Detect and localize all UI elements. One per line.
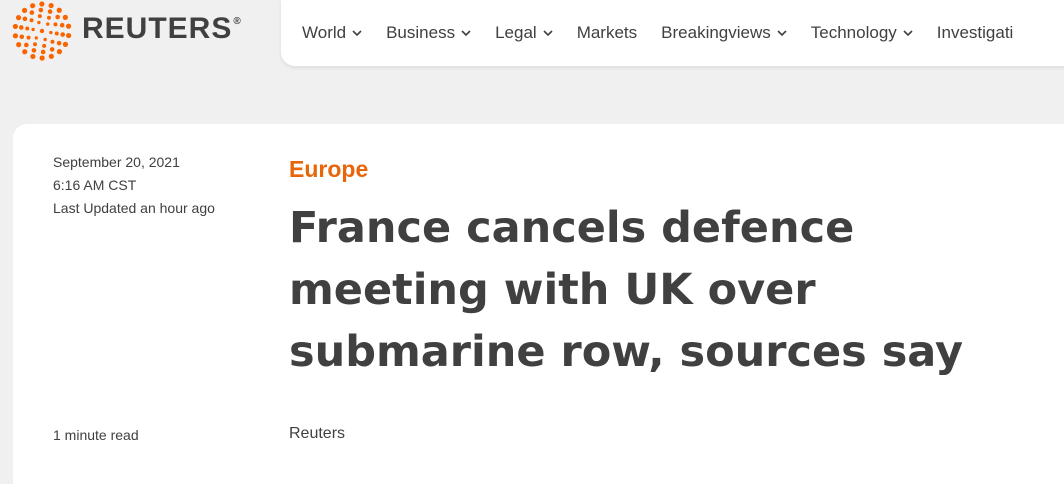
chevron-down-icon xyxy=(461,29,471,36)
nav-item-breakingviews[interactable]: Breakingviews xyxy=(661,23,787,43)
chevron-down-icon xyxy=(352,29,362,36)
nav-item-label: World xyxy=(302,23,347,42)
chevron-down-icon xyxy=(903,29,913,36)
reuters-logo[interactable]: REUTERS® xyxy=(12,0,242,62)
nav-item-label: Breakingviews xyxy=(661,23,771,42)
chevron-down-icon xyxy=(543,29,553,36)
nav-item-technology[interactable]: Technology xyxy=(811,23,913,43)
article-last-updated: Last Updated an hour ago xyxy=(53,200,215,216)
article-headline: France cancels defence meeting with UK o… xyxy=(289,203,964,377)
article-read-time: 1 minute read xyxy=(53,427,139,443)
nav-item-business[interactable]: Business xyxy=(386,23,471,43)
nav-item-investigations[interactable]: Investigati xyxy=(937,23,1014,43)
article-date: September 20, 2021 xyxy=(53,154,180,170)
nav-item-label: Technology xyxy=(810,23,897,42)
nav-item-legal[interactable]: Legal xyxy=(495,23,553,43)
logo-wordmark: REUTERS® xyxy=(82,12,242,45)
chevron-down-icon xyxy=(777,29,787,36)
article-byline[interactable]: Reuters xyxy=(289,425,345,443)
nav-item-label: Business xyxy=(386,23,456,42)
article-time: 6:16 AM CST xyxy=(53,177,137,193)
main-nav: World Business Legal Markets Breakingvie… xyxy=(281,0,1064,66)
reuters-logo-icon xyxy=(12,1,72,61)
nav-item-label: Markets xyxy=(576,23,638,42)
nav-item-markets[interactable]: Markets xyxy=(577,23,637,43)
category-link-europe[interactable]: Europe xyxy=(289,156,368,183)
article-card: September 20, 2021 6:16 AM CST Last Upda… xyxy=(13,124,1064,484)
nav-item-label: Investigati xyxy=(936,23,1014,42)
nav-item-world[interactable]: World xyxy=(302,23,362,43)
nav-item-label: Legal xyxy=(495,23,537,42)
